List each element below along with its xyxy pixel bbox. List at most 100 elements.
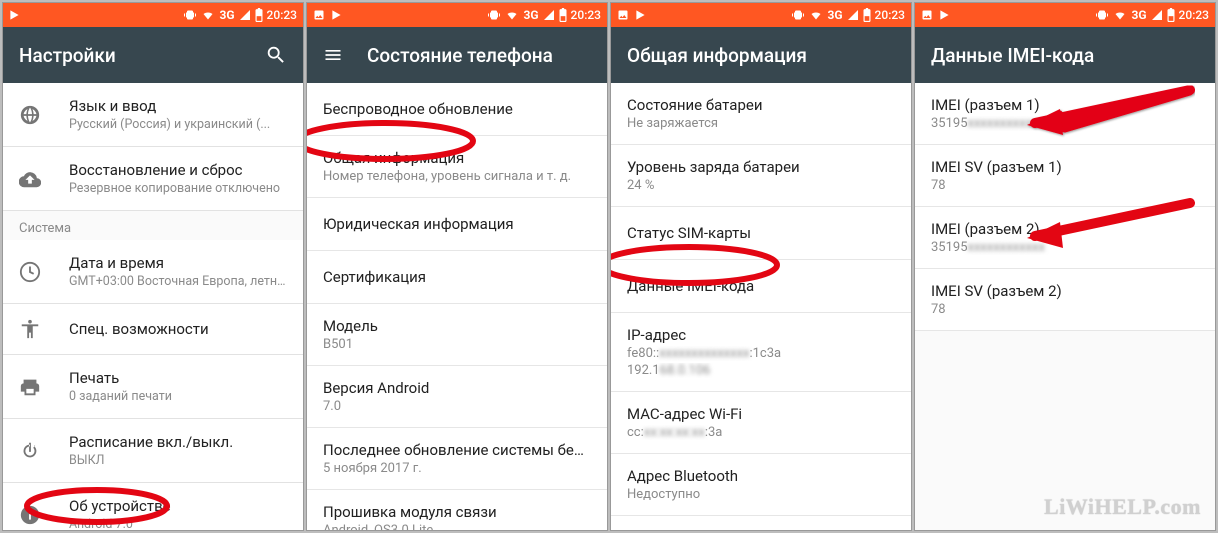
screen-general-info: 3G 20:23 Общая информация Состояние бата… bbox=[610, 2, 912, 531]
row-ip[interactable]: IP-адрес fe80::xxxxxxxxxxxxxx:1c3a 192.1… bbox=[611, 313, 911, 392]
battery-icon bbox=[255, 8, 263, 22]
row-serial[interactable]: Серийный номер EBxxxxxxxxxxxx512 bbox=[611, 516, 911, 530]
signal-icon bbox=[543, 9, 555, 21]
row-language[interactable]: Язык и вводРусский (Россия) и украинский… bbox=[3, 83, 303, 147]
row-accessibility[interactable]: Спец. возможности bbox=[3, 304, 303, 355]
signal-icon bbox=[1151, 9, 1163, 21]
row-title: Прошивка модуля связи bbox=[323, 503, 591, 521]
wifi-icon bbox=[809, 9, 823, 21]
row-imei2[interactable]: IMEI (разъем 2) 35195xxxxxxxxxxxx bbox=[915, 207, 1215, 269]
page-title: Общая информация bbox=[627, 44, 807, 67]
app-bar: Общая информация bbox=[611, 27, 911, 83]
page-title: Настройки bbox=[19, 44, 116, 67]
row-sub: ВЫКЛ bbox=[69, 453, 287, 468]
row-title: Юридическая информация bbox=[323, 215, 591, 233]
row-title: Об устройстве bbox=[69, 497, 287, 515]
row-legal[interactable]: Юридическая информация bbox=[307, 198, 607, 251]
row-imeisv1[interactable]: IMEI SV (разъем 1)78 bbox=[915, 145, 1215, 207]
screen-imei-data: 3G 20:23 Данные IMEI-кода IMEI (разъем 1… bbox=[914, 2, 1216, 531]
clock: 20:23 bbox=[875, 8, 905, 22]
row-certification[interactable]: Сертификация bbox=[307, 251, 607, 304]
clock: 20:23 bbox=[571, 8, 601, 22]
row-security-patch[interactable]: Последнее обновление системы безопасн...… bbox=[307, 428, 607, 490]
info-icon bbox=[19, 504, 41, 526]
clock-icon bbox=[19, 261, 41, 283]
row-title: Состояние батареи bbox=[627, 96, 895, 114]
row-title: Дата и время bbox=[69, 254, 287, 272]
row-mac[interactable]: MAC-адрес Wi-Fi cc:xx:xx:xx:xx:3a bbox=[611, 392, 911, 454]
row-sub: 7.0 bbox=[323, 399, 591, 414]
page-title: Состояние телефона bbox=[367, 44, 553, 67]
row-general-info[interactable]: Общая информацияНомер телефона, уровень … bbox=[307, 136, 607, 198]
status-bar: 3G 20:23 bbox=[915, 3, 1215, 27]
row-sub: Номер телефона, уровень сигнала и т. д. bbox=[323, 169, 591, 184]
row-model[interactable]: МодельB501 bbox=[307, 304, 607, 366]
row-title: Спец. возможности bbox=[69, 320, 287, 338]
section-system: Система bbox=[3, 211, 303, 240]
row-battery-state[interactable]: Состояние батареи Не заряжается bbox=[611, 83, 911, 145]
row-sim-status[interactable]: Статус SIM-карты bbox=[611, 207, 911, 260]
row-title: Данные IMEI-кода bbox=[627, 277, 895, 295]
watermark: LiWiHELP.com bbox=[1044, 494, 1201, 520]
row-sub: Недоступно bbox=[627, 487, 895, 502]
image-icon bbox=[921, 9, 933, 21]
row-title: Восстановление и сброс bbox=[69, 161, 287, 179]
clock: 20:23 bbox=[267, 8, 297, 22]
row-print[interactable]: Печать 0 заданий печати bbox=[3, 355, 303, 419]
row-title: Расписание вкл./выкл. bbox=[69, 433, 287, 451]
play-icon bbox=[9, 9, 20, 21]
network-label: 3G bbox=[827, 8, 842, 22]
row-title: Последнее обновление системы безопасн... bbox=[323, 441, 591, 459]
row-sub: 0 заданий печати bbox=[69, 389, 287, 404]
screen-settings: 3G 20:23 Настройки Язык и вводРусский (Р… bbox=[2, 2, 304, 531]
image-icon bbox=[313, 9, 325, 21]
print-icon bbox=[19, 376, 41, 398]
row-sub: B501 bbox=[323, 337, 591, 352]
row-title: Печать bbox=[69, 369, 287, 387]
row-sub: Резервное копирование отключено bbox=[69, 181, 287, 196]
vibrate-icon bbox=[487, 9, 501, 21]
row-sub: 24 % bbox=[627, 178, 895, 193]
screen-phone-status: 3G 20:23 Состояние телефона Беспроводное… bbox=[306, 2, 608, 531]
row-baseband[interactable]: Прошивка модуля связи Android_OS3.0 Lite bbox=[307, 490, 607, 530]
row-battery-level[interactable]: Уровень заряда батареи 24 % bbox=[611, 145, 911, 207]
row-sub: Не заряжается bbox=[627, 116, 895, 131]
menu-icon[interactable] bbox=[323, 45, 343, 65]
network-label: 3G bbox=[1131, 8, 1146, 22]
row-sub: Android_OS3.0 Lite bbox=[323, 523, 591, 530]
row-android-version[interactable]: Версия Android7.0 bbox=[307, 366, 607, 428]
row-title: Адрес Bluetooth bbox=[627, 467, 895, 485]
row-bt[interactable]: Адрес Bluetooth Недоступно bbox=[611, 454, 911, 516]
row-title: IMEI SV (разъем 1) bbox=[931, 158, 1199, 176]
wifi-icon bbox=[505, 9, 519, 21]
row-sub: fe80::xxxxxxxxxxxxxx:1c3a bbox=[627, 346, 895, 361]
row-sub: GMT+03:00 Восточная Европа, летнее в... bbox=[69, 274, 287, 289]
app-bar: Настройки bbox=[3, 27, 303, 83]
row-title: Уровень заряда батареи bbox=[627, 158, 895, 176]
network-label: 3G bbox=[219, 8, 234, 22]
row-title: IMEI SV (разъем 2) bbox=[931, 282, 1199, 300]
app-bar: Данные IMEI-кода bbox=[915, 27, 1215, 83]
image-icon bbox=[617, 9, 629, 21]
row-sub: 35195xxxxxxxxxxxx bbox=[931, 116, 1199, 131]
row-wireless-update[interactable]: Беспроводное обновление bbox=[307, 83, 607, 136]
row-schedule[interactable]: Расписание вкл./выкл. ВЫКЛ bbox=[3, 419, 303, 483]
status-bar: 3G 20:23 bbox=[611, 3, 911, 27]
play-icon bbox=[939, 9, 950, 21]
search-icon[interactable] bbox=[265, 44, 287, 66]
row-title: Беспроводное обновление bbox=[323, 100, 591, 118]
row-title: IP-адрес bbox=[627, 326, 895, 344]
cloud-upload-icon bbox=[19, 168, 41, 190]
row-title: Серийный номер bbox=[627, 529, 895, 530]
row-about[interactable]: Об устройствеAndroid 7.0 bbox=[3, 483, 303, 530]
page-title: Данные IMEI-кода bbox=[931, 44, 1094, 67]
row-imeisv2[interactable]: IMEI SV (разъем 2)78 bbox=[915, 269, 1215, 331]
row-imei-data[interactable]: Данные IMEI-кода bbox=[611, 260, 911, 313]
row-datetime[interactable]: Дата и время GMT+03:00 Восточная Европа, … bbox=[3, 240, 303, 304]
row-imei1[interactable]: IMEI (разъем 1) 35195xxxxxxxxxxxx bbox=[915, 83, 1215, 145]
battery-icon bbox=[559, 8, 567, 22]
wifi-icon bbox=[1113, 9, 1127, 21]
row-restore[interactable]: Восстановление и сброс Резервное копирова… bbox=[3, 147, 303, 211]
network-label: 3G bbox=[523, 8, 538, 22]
power-icon bbox=[19, 440, 41, 462]
